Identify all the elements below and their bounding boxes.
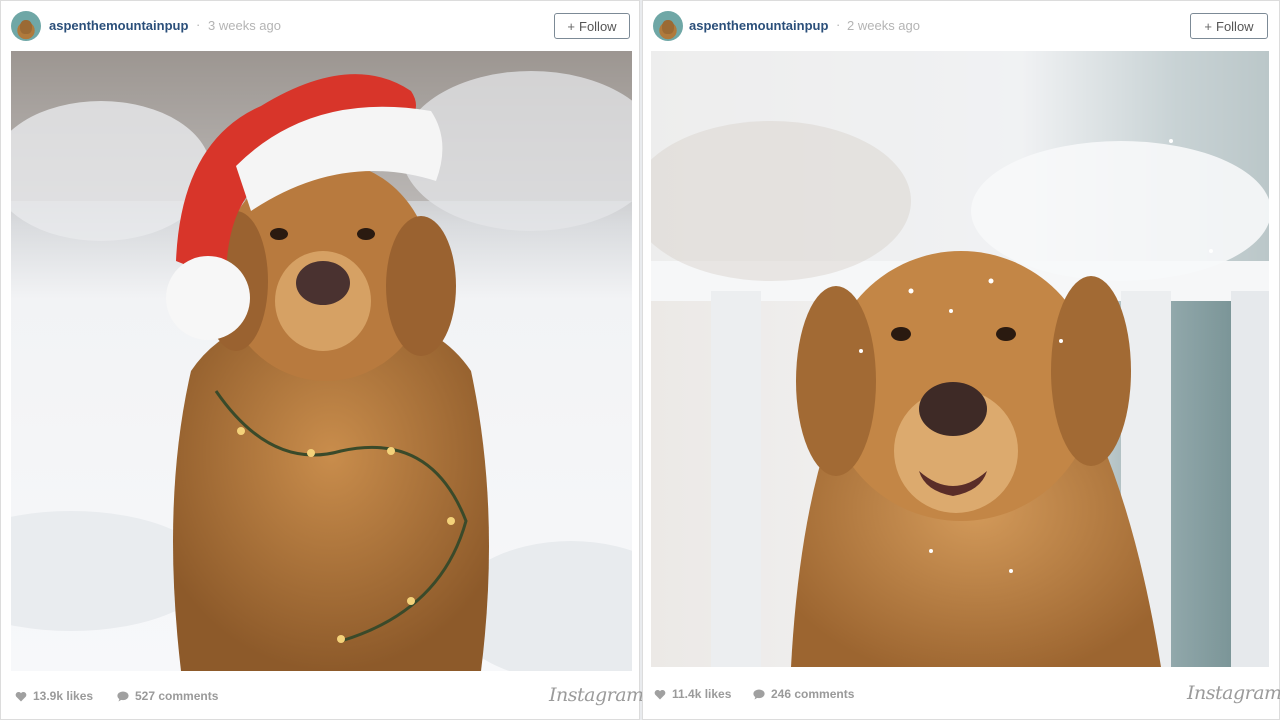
post-header: aspenthemountainpup · 2 weeks ago + Foll…: [643, 1, 1279, 51]
plus-icon: +: [1204, 18, 1212, 34]
instagram-logo: Instagram: [1187, 682, 1280, 704]
comments-count[interactable]: 246 comments: [753, 687, 854, 701]
follow-button[interactable]: + Follow: [1190, 13, 1268, 39]
likes-count[interactable]: 13.9k likes: [15, 689, 93, 703]
comments-label: 527 comments: [135, 689, 219, 703]
post-footer: 11.4k likes 246 comments Instagram: [643, 671, 1280, 719]
separator-dot: ·: [196, 17, 201, 32]
user-avatar[interactable]: [11, 11, 41, 41]
heart-icon: [15, 691, 27, 701]
post-footer: 13.9k likes 527 comments Instagram: [1, 671, 644, 719]
follow-button[interactable]: + Follow: [554, 13, 630, 39]
instagram-logo: Instagram: [549, 684, 644, 706]
post-photo[interactable]: [11, 51, 632, 671]
post-header: aspenthemountainpup · 3 weeks ago + Foll…: [1, 1, 639, 51]
username-link[interactable]: aspenthemountainpup: [49, 18, 188, 33]
dog-photo-santa-hat: [11, 51, 632, 671]
post-card-2: aspenthemountainpup · 2 weeks ago + Foll…: [642, 0, 1280, 720]
comment-icon: [753, 689, 765, 699]
post-card-1: aspenthemountainpup · 3 weeks ago + Foll…: [0, 0, 644, 720]
user-avatar[interactable]: [653, 11, 683, 41]
post-time: 3 weeks ago: [208, 18, 281, 33]
likes-label: 11.4k likes: [672, 687, 732, 701]
post-photo[interactable]: [651, 51, 1269, 667]
heart-icon: [654, 689, 666, 699]
username-link[interactable]: aspenthemountainpup: [689, 18, 828, 33]
follow-label: Follow: [579, 18, 617, 34]
comments-label: 246 comments: [771, 687, 855, 701]
dog-photo-snowy: [651, 51, 1269, 667]
likes-label: 13.9k likes: [33, 689, 94, 703]
separator-dot: ·: [836, 17, 841, 32]
likes-count[interactable]: 11.4k likes: [654, 687, 731, 701]
post-time: 2 weeks ago: [847, 18, 920, 33]
comment-icon: [117, 691, 129, 701]
follow-label: Follow: [1216, 18, 1254, 34]
plus-icon: +: [567, 18, 575, 34]
comments-count[interactable]: 527 comments: [117, 689, 218, 703]
